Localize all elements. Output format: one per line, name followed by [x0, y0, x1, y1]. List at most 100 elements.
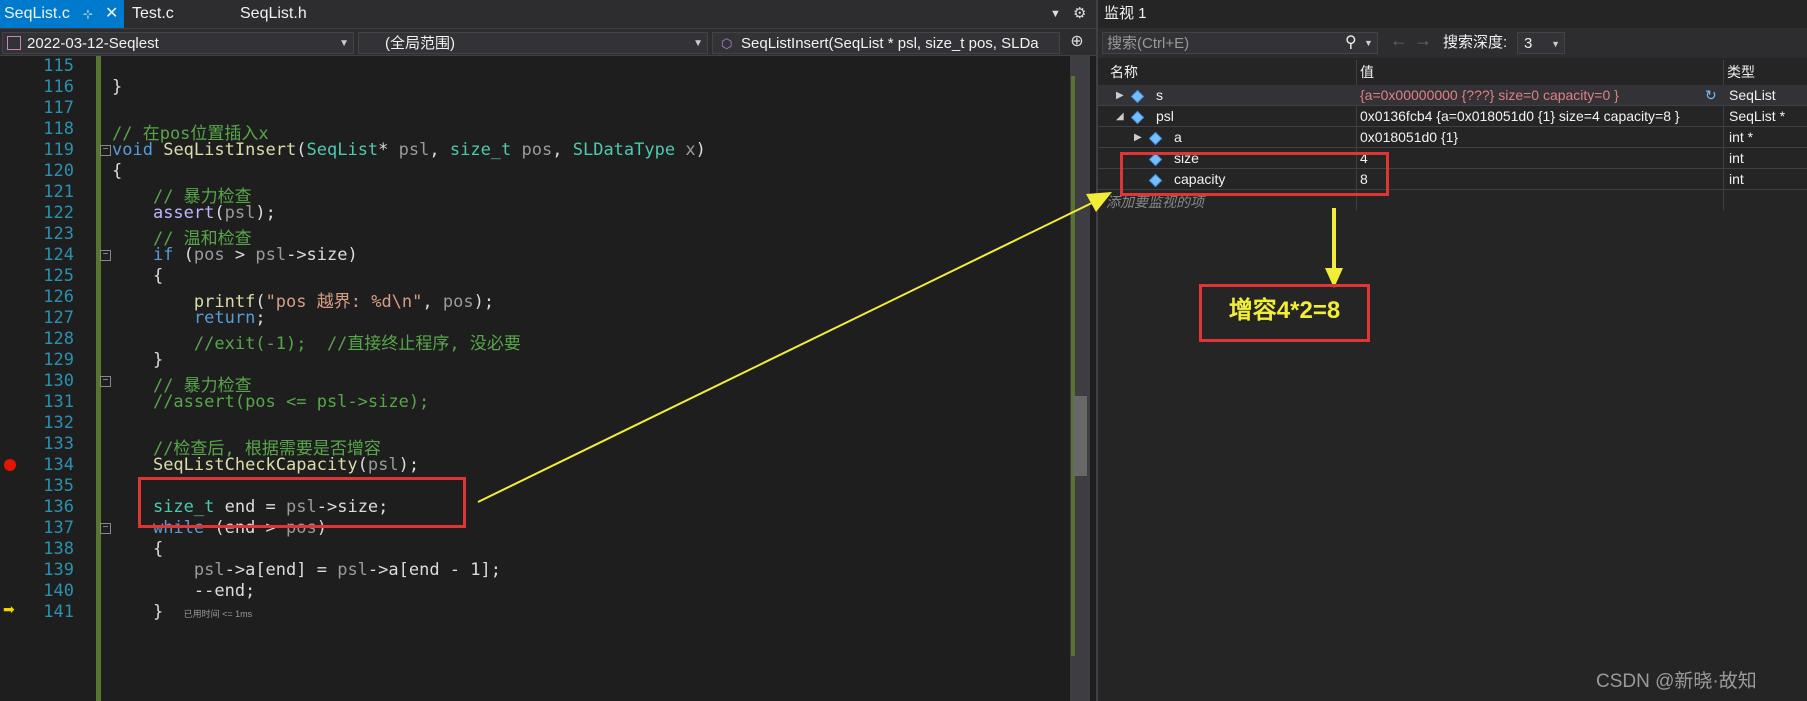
back-arrow-icon[interactable]: ←	[1390, 30, 1408, 51]
chevron-down-icon: ▼	[693, 38, 703, 49]
tab-label: Test.c	[132, 5, 174, 22]
line-number: 139	[43, 560, 74, 580]
watch-type: int	[1729, 171, 1744, 187]
collapse-icon[interactable]: −	[100, 376, 111, 387]
split-editor-icon[interactable]: ⊕	[1063, 30, 1091, 54]
search-icon[interactable]: ⚲	[1345, 32, 1357, 54]
watch-type: SeqList	[1729, 87, 1776, 103]
watch-name: a	[1174, 129, 1182, 145]
line-number: 132	[43, 413, 74, 433]
line-number: 133	[43, 434, 74, 454]
code-line: void SeqListInsert(SeqList* psl, size_t …	[112, 140, 706, 160]
tab-seqlist-c[interactable]: SeqList.c ⊹ ✕	[0, 0, 124, 28]
expand-icon[interactable]: ▶	[1134, 127, 1142, 148]
scope-dropdown[interactable]: (全局范围) ▼	[358, 32, 708, 54]
line-number: 131	[43, 392, 74, 412]
line-number: 136	[43, 497, 74, 517]
refresh-icon[interactable]: ↻	[1705, 85, 1717, 106]
close-icon[interactable]: ✕	[105, 0, 118, 28]
watch-type: SeqList *	[1729, 108, 1786, 124]
line-number: 135	[43, 476, 74, 496]
line-number: 116	[43, 77, 74, 97]
code-line: --end;	[112, 581, 256, 601]
collapse-icon[interactable]: ◢	[1116, 106, 1124, 127]
watermark: CSDN @新晓·故知	[1596, 671, 1757, 692]
line-number: 123	[43, 224, 74, 244]
pin-icon[interactable]: ⊹	[83, 0, 93, 28]
watch-title: 监视 1	[1104, 5, 1147, 22]
code-line: //assert(pos <= psl->size);	[152, 392, 430, 412]
chevron-down-icon[interactable]: ▼	[1050, 0, 1061, 28]
watch-row[interactable]: ▶ s {a=0x00000000 {???} size=0 capacity=…	[1098, 85, 1807, 106]
forward-arrow-icon[interactable]: →	[1414, 30, 1432, 51]
column-header-type[interactable]: 类型	[1727, 60, 1755, 84]
line-number: 138	[43, 539, 74, 559]
line-number: 137	[43, 518, 74, 538]
watch-value: 0x0136fcb4 {a=0x018051d0 {1} size=4 capa…	[1360, 108, 1680, 124]
function-icon: ⬡	[721, 36, 733, 51]
annotation-box-code	[138, 477, 466, 528]
code-line: psl->a[end] = psl->a[end - 1];	[193, 560, 501, 580]
search-input[interactable]: 搜索(Ctrl+E)	[1102, 32, 1378, 54]
code-line: }	[112, 77, 123, 97]
watch-type: int *	[1729, 129, 1754, 145]
current-line-arrow-icon: ➡	[3, 601, 15, 617]
project-icon	[7, 36, 21, 50]
scrollbar-change-marker	[1071, 76, 1075, 656]
gear-icon[interactable]: ⚙	[1073, 0, 1086, 28]
annotation-box-watch	[1120, 152, 1389, 196]
breakpoint-icon[interactable]	[4, 459, 16, 471]
search-depth-label: 搜索深度:	[1443, 34, 1508, 51]
line-number: 124	[43, 245, 74, 265]
watch-name: s	[1156, 87, 1163, 103]
code-line: SeqListCheckCapacity(psl);	[152, 455, 420, 475]
search-depth-select[interactable]: 3 ▼	[1517, 32, 1565, 54]
watch-value: 0x018051d0 {1}	[1360, 129, 1459, 145]
code-line: assert(psl);	[152, 203, 276, 223]
line-number: 118	[43, 119, 74, 139]
watch-row[interactable]: ▶ a 0x018051d0 {1} int *	[1098, 127, 1807, 148]
function-label: SeqListInsert(SeqList * psl, size_t pos,…	[741, 35, 1039, 52]
column-header-name[interactable]: 名称	[1110, 60, 1138, 84]
project-dropdown[interactable]: 2022-03-12-Seqlest ▼	[2, 32, 354, 54]
line-number: 119	[43, 140, 74, 160]
code-line: {	[112, 266, 164, 286]
line-number: 130	[43, 371, 74, 391]
variable-icon	[1130, 110, 1145, 125]
collapse-icon[interactable]: −	[100, 250, 111, 261]
scope-label: (全局范围)	[385, 35, 455, 52]
code-line: }	[112, 350, 164, 370]
line-number: 127	[43, 308, 74, 328]
watch-row[interactable]: ◢ psl 0x0136fcb4 {a=0x018051d0 {1} size=…	[1098, 106, 1807, 127]
function-dropdown[interactable]: ⬡ SeqListInsert(SeqList * psl, size_t po…	[712, 32, 1060, 54]
watch-type: int	[1729, 150, 1744, 166]
variable-icon	[1130, 89, 1145, 104]
column-header-value[interactable]: 值	[1360, 60, 1374, 84]
scrollbar-thumb[interactable]	[1073, 396, 1087, 476]
line-number: 126	[43, 287, 74, 307]
tab-bar: SeqList.c ⊹ ✕ Test.c SeqList.h ▼ ⚙	[0, 0, 1096, 28]
line-number: 141	[43, 602, 74, 622]
watch-value: {a=0x00000000 {???} size=0 capacity=0 }	[1360, 87, 1619, 103]
collapse-icon[interactable]: −	[100, 145, 111, 156]
code-editor[interactable]: 115 116 117 118 119 120 121 122 123 124 …	[0, 56, 1090, 701]
tab-test-c[interactable]: Test.c	[132, 0, 174, 28]
code-line: if (pos > psl->size)	[152, 245, 358, 265]
tab-seqlist-h[interactable]: SeqList.h	[240, 0, 307, 28]
watch-name: psl	[1156, 108, 1174, 124]
line-number: 140	[43, 581, 74, 601]
chevron-down-icon: ▼	[1551, 39, 1560, 49]
collapse-icon[interactable]: −	[100, 523, 111, 534]
line-number: 134	[43, 455, 74, 475]
chevron-down-icon[interactable]: ▼	[1364, 32, 1373, 54]
code-line: } 已用时间 <= 1ms	[112, 602, 253, 622]
line-number: 115	[43, 56, 74, 76]
line-number: 121	[43, 182, 74, 202]
code-line: //exit(-1); //直接终止程序, 没必要	[193, 334, 521, 354]
code-line: return;	[193, 308, 266, 328]
expand-icon[interactable]: ▶	[1116, 85, 1124, 106]
line-number: 128	[43, 329, 74, 349]
line-number: 120	[43, 161, 74, 181]
line-number: 129	[43, 350, 74, 370]
